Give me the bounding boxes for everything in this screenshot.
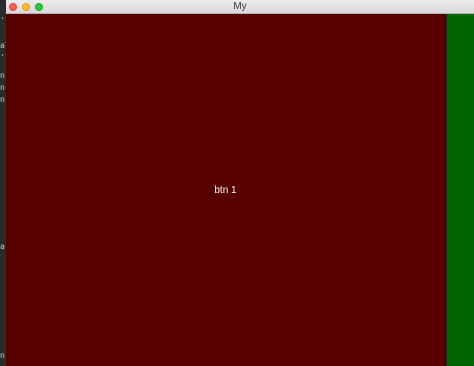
button-1-label: btn 1 [214, 184, 237, 196]
window-title: My [233, 1, 247, 12]
window-titlebar[interactable]: My [6, 0, 474, 14]
window-content: btn 1 [6, 14, 474, 366]
button-1[interactable]: btn 1 [6, 14, 445, 366]
right-panel[interactable] [447, 14, 474, 366]
screen: 'l al 'l n n n a n My btn 1 [0, 0, 474, 366]
app-window: My btn 1 [6, 0, 474, 366]
